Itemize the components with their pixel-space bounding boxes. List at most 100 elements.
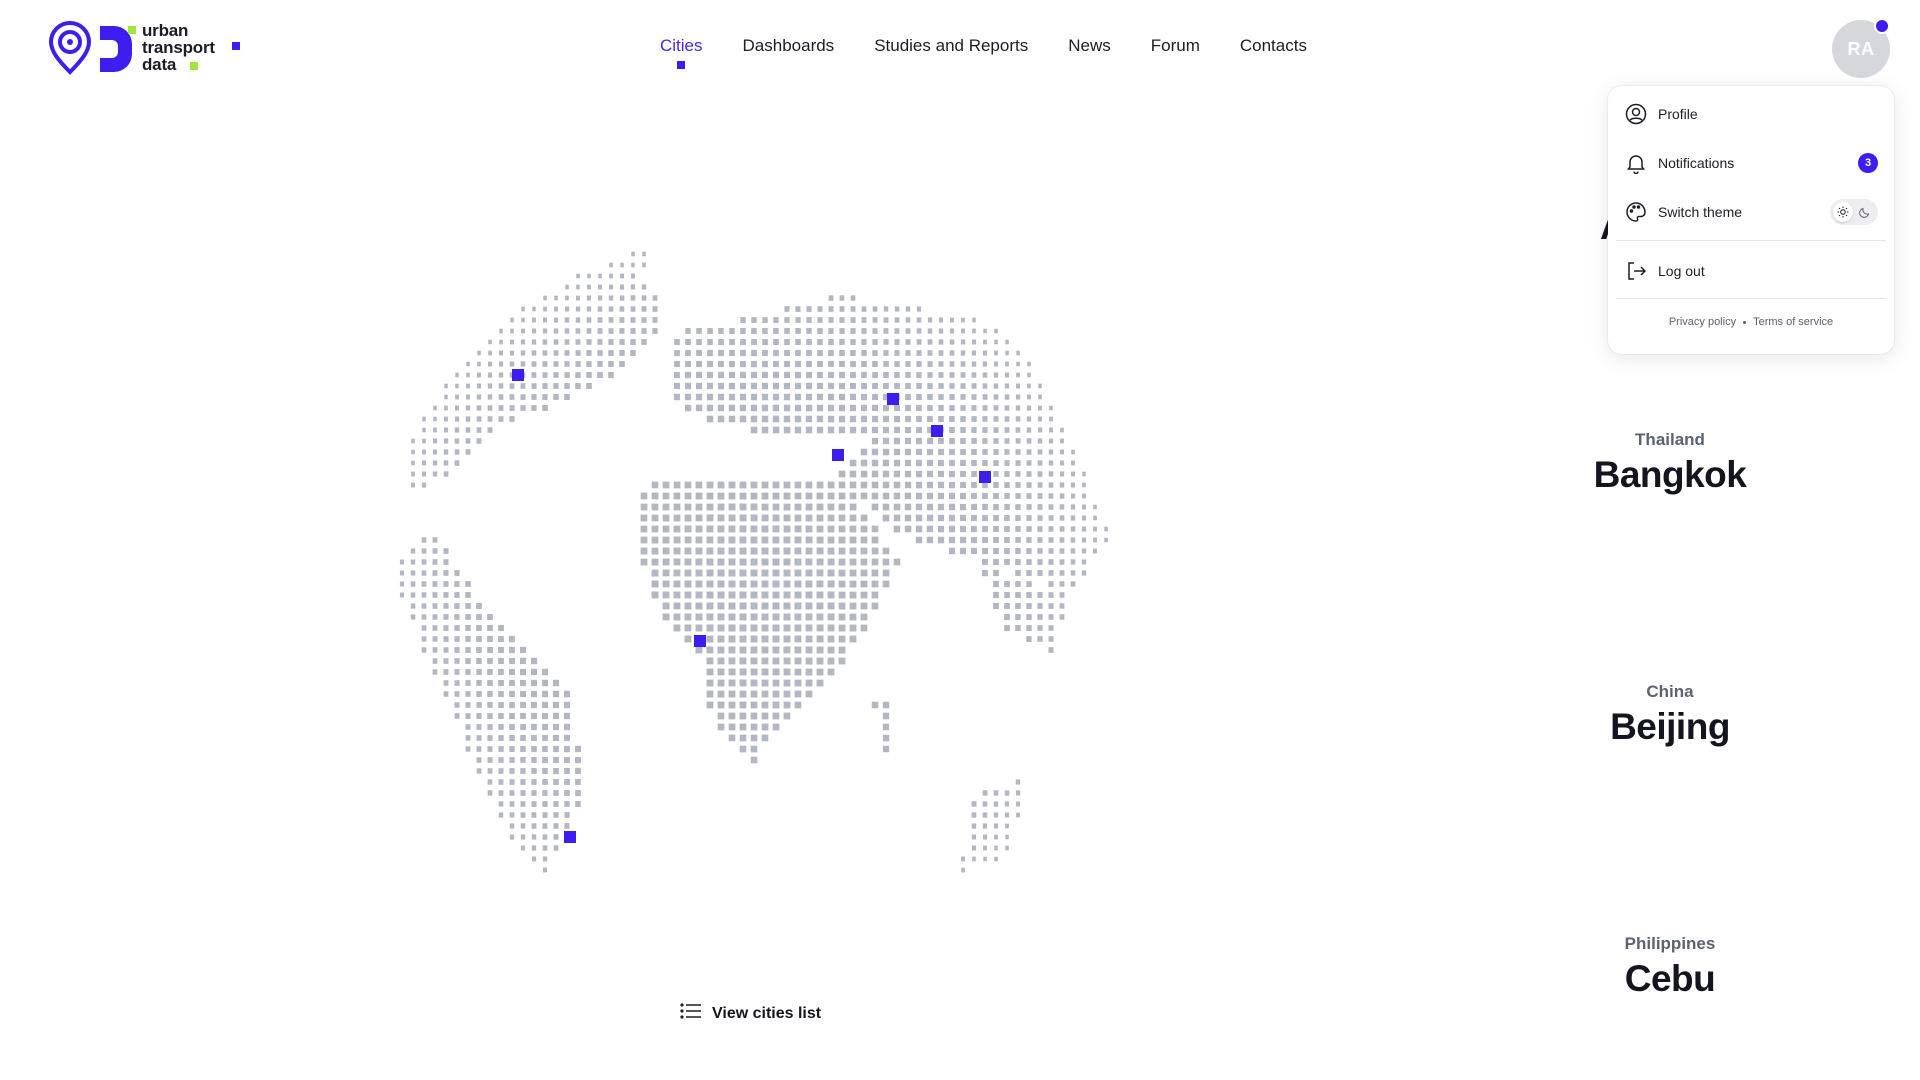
city-marker[interactable] — [694, 635, 706, 647]
city-marker[interactable] — [931, 425, 943, 437]
globe-land-dot — [773, 360, 779, 368]
globe-land-dot — [432, 471, 438, 477]
globe-land-dot — [783, 514, 791, 522]
globe-land-dot — [762, 349, 768, 357]
city-card-bangkok[interactable]: Thailand Bangkok — [1560, 430, 1780, 496]
world-globe-map[interactable] — [370, 235, 1122, 955]
globe-land-dot — [1004, 614, 1010, 621]
globe-land-dot — [849, 470, 857, 478]
city-marker[interactable] — [887, 393, 899, 405]
globe-land-dot — [1027, 394, 1031, 400]
globe-land-dot — [827, 503, 835, 511]
city-marker[interactable] — [564, 831, 576, 843]
menu-item-notifications[interactable]: Notifications 3 — [1624, 143, 1878, 183]
globe-land-dot — [871, 602, 879, 610]
globe-land-dot — [477, 361, 481, 367]
globe-land-dot — [894, 383, 900, 390]
theme-toggle[interactable] — [1830, 199, 1878, 225]
globe-land-dot — [717, 723, 725, 731]
globe-land-dot — [1070, 504, 1076, 510]
city-marker[interactable] — [832, 449, 844, 461]
globe-land-dot — [739, 679, 747, 687]
globe-land-dot — [728, 690, 736, 698]
view-cities-list-button[interactable]: View cities list — [680, 1002, 821, 1025]
globe-land-dot — [564, 361, 570, 367]
globe-land-dot — [794, 404, 802, 412]
globe-land-dot — [794, 426, 802, 434]
globe-land-dot — [872, 372, 878, 379]
terms-of-service-link[interactable]: Terms of service — [1753, 316, 1833, 328]
globe-land-dot — [1059, 471, 1065, 477]
globe-land-dot — [772, 415, 780, 423]
city-marker[interactable] — [979, 471, 991, 483]
globe-land-dot — [564, 723, 571, 731]
globe-land-dot — [971, 481, 977, 488]
globe-land-dot — [706, 404, 714, 412]
globe-land-dot — [553, 823, 559, 829]
globe-land-dot — [1004, 394, 1010, 400]
globe-land-dot — [1015, 526, 1021, 532]
globe-land-dot — [651, 492, 659, 500]
globe-land-dot — [706, 646, 714, 654]
sun-icon[interactable] — [1833, 202, 1853, 222]
globe-land-dot — [443, 559, 449, 565]
globe-land-dot — [915, 492, 923, 500]
menu-item-profile[interactable]: Profile — [1624, 94, 1878, 134]
globe-land-dot — [1004, 471, 1010, 477]
globe-land-dot — [971, 812, 977, 818]
globe-land-dot — [542, 339, 548, 345]
globe-land-dot — [454, 680, 460, 686]
city-marker[interactable] — [512, 369, 524, 381]
globe-land-dot — [883, 415, 889, 423]
globe-land-dot — [926, 514, 934, 522]
city-country: China — [1646, 682, 1694, 701]
globe-land-dot — [750, 646, 758, 654]
globe-land-dot — [685, 360, 691, 368]
menu-item-switch-theme[interactable]: Switch theme — [1624, 192, 1878, 232]
nav-contacts[interactable]: Contacts — [1240, 36, 1307, 56]
globe-land-dot — [552, 690, 560, 698]
globe-land-dot — [739, 668, 747, 676]
globe-land-dot — [805, 481, 813, 489]
globe-land-dot — [1071, 449, 1075, 455]
globe-land-dot — [927, 448, 933, 456]
globe-land-dot — [421, 581, 427, 587]
globe-land-dot — [739, 745, 747, 753]
moon-icon[interactable] — [1855, 202, 1875, 222]
nav-dashboards[interactable]: Dashboards — [743, 36, 835, 56]
globe-land-dot — [707, 328, 713, 334]
privacy-policy-link[interactable]: Privacy policy — [1669, 316, 1736, 328]
globe-land-dot — [960, 394, 966, 400]
globe-land-dot — [454, 658, 460, 664]
nav-cities[interactable]: Cities — [660, 36, 703, 69]
menu-item-logout[interactable]: Log out — [1624, 251, 1878, 291]
globe-land-dot — [883, 350, 889, 356]
globe-land-dot — [761, 536, 769, 544]
globe-land-dot — [761, 602, 769, 610]
city-card-beijing[interactable]: China Beijing — [1560, 682, 1780, 748]
nav-studies-and-reports[interactable]: Studies and Reports — [874, 36, 1028, 56]
city-card-cebu[interactable]: Philippines Cebu — [1560, 934, 1780, 1000]
globe-land-dot — [1015, 790, 1021, 796]
globe-land-dot — [717, 393, 725, 401]
globe-land-dot — [433, 438, 437, 444]
globe-land-dot — [850, 328, 856, 334]
globe-land-dot — [662, 536, 670, 544]
globe-land-dot — [949, 416, 955, 422]
globe-land-dot — [783, 547, 791, 555]
globe-land-dot — [498, 801, 504, 807]
globe-land-dot — [905, 328, 911, 334]
nav-forum[interactable]: Forum — [1151, 36, 1200, 56]
globe-land-dot — [586, 383, 592, 389]
globe-land-dot — [893, 514, 901, 522]
globe-land-dot — [794, 569, 802, 577]
globe-land-dot — [1004, 559, 1010, 566]
globe-land-dot — [849, 591, 857, 599]
globe-land-dot — [706, 679, 714, 687]
globe-land-dot — [630, 350, 636, 356]
globe-land-dot — [399, 592, 405, 598]
globe-land-dot — [684, 393, 692, 401]
globe-land-dot — [860, 558, 868, 566]
globe-land-dot — [794, 580, 802, 588]
nav-news[interactable]: News — [1068, 36, 1111, 56]
